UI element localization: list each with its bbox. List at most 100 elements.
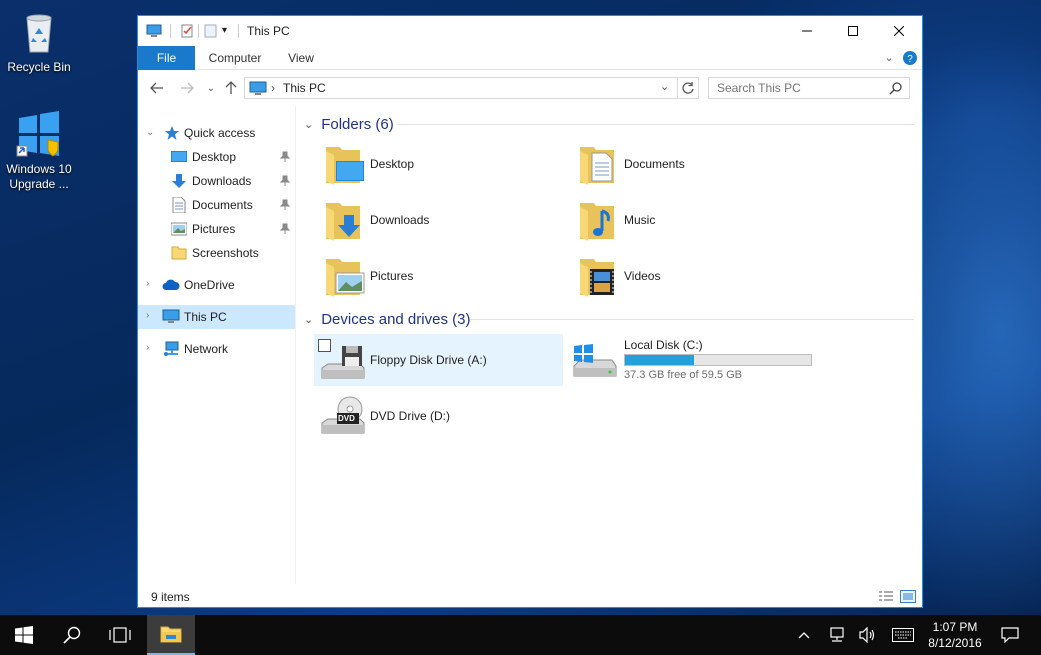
taskbar-file-explorer[interactable] (147, 615, 195, 655)
folder-icon (171, 245, 187, 261)
chevron-right-icon[interactable]: › (146, 310, 149, 321)
sidebar-item-label: Network (184, 342, 229, 356)
network-tray-button[interactable] (824, 615, 850, 655)
drive-label: Local Disk (C:) (624, 338, 703, 352)
close-button[interactable] (876, 16, 922, 46)
sidebar-item-quick-access[interactable]: ⌄ Quick access (138, 121, 295, 145)
sidebar-item-documents[interactable]: Documents (138, 193, 295, 217)
touch-keyboard-button[interactable] (888, 615, 918, 655)
pin-icon[interactable] (279, 223, 291, 235)
breadcrumb-this-pc[interactable]: This PC (283, 81, 326, 95)
folder-tile-videos[interactable]: Videos (574, 250, 814, 302)
minimize-button[interactable] (784, 16, 830, 46)
sidebar-item-pictures[interactable]: Pictures (138, 217, 295, 241)
floppy-drive-icon (320, 340, 366, 385)
sidebar-item-network[interactable]: › Network (138, 337, 295, 361)
pin-icon[interactable] (279, 175, 291, 187)
folders-group-header[interactable]: ⌄ Folders (6) (304, 114, 394, 134)
chevron-down-icon[interactable]: ⌄ (146, 127, 154, 138)
address-bar[interactable]: › This PC ⌄ (244, 77, 699, 99)
chevron-right-icon[interactable]: › (146, 278, 149, 289)
downloads-folder-icon (324, 199, 364, 241)
chevron-right-icon[interactable]: › (146, 342, 149, 353)
sidebar-item-downloads[interactable]: Downloads (138, 169, 295, 193)
sidebar-item-label: Quick access (184, 126, 256, 140)
chevron-down-icon[interactable]: ⌄ (304, 118, 313, 131)
help-button[interactable]: ? (902, 46, 918, 70)
expand-ribbon-button[interactable]: ⌄ (880, 46, 898, 70)
folder-tile-music[interactable]: Music (574, 194, 814, 246)
computer-icon[interactable] (146, 24, 162, 38)
computer-icon (249, 81, 267, 98)
sidebar-item-screenshots[interactable]: Screenshots (138, 241, 295, 265)
drive-tile-dvd-d[interactable]: DVD DVD Drive (D:) (314, 390, 563, 442)
folder-tile-downloads[interactable]: Downloads (320, 194, 560, 246)
folder-label: Music (624, 213, 656, 227)
cloud-icon (162, 277, 180, 293)
action-center-button[interactable] (995, 615, 1025, 655)
breadcrumb-chevron-icon[interactable]: › (271, 81, 275, 95)
new-folder-icon[interactable] (204, 24, 218, 38)
drives-group-header[interactable]: ⌄ Devices and drives (3) (304, 309, 470, 329)
search-icon[interactable] (889, 81, 903, 98)
folder-label: Pictures (370, 269, 414, 283)
volume-tray-button[interactable] (854, 615, 880, 655)
tab-file[interactable]: File (138, 46, 195, 70)
star-icon (164, 125, 180, 141)
search-button[interactable] (48, 615, 96, 655)
folder-tile-documents[interactable]: Documents (574, 138, 814, 190)
search-box[interactable] (708, 77, 910, 99)
drive-tile-local-disk-c[interactable]: Local Disk (C:) 37.3 GB free of 59.5 GB (568, 334, 817, 386)
chevron-up-icon (798, 632, 810, 639)
notification-icon (1001, 627, 1019, 643)
task-view-button[interactable] (96, 615, 144, 655)
dvd-badge: DVD (338, 414, 355, 423)
customize-toolbar-icon[interactable]: ▾ (222, 24, 236, 38)
volume-icon (859, 627, 875, 643)
window-title: This PC (247, 24, 290, 38)
chevron-down-icon[interactable]: ⌄ (304, 313, 313, 326)
recent-locations-button[interactable]: ⌄ (202, 79, 220, 97)
recycle-bin-shortcut[interactable]: Recycle Bin (0, 8, 78, 75)
maximize-button[interactable] (830, 16, 876, 46)
tab-computer[interactable]: Computer (200, 46, 270, 70)
content-pane: ⌄ Folders (6) Desktop Documents Download… (298, 106, 918, 584)
music-folder-icon (578, 199, 618, 241)
folder-tile-pictures[interactable]: Pictures (320, 250, 560, 302)
pin-icon[interactable] (279, 199, 291, 211)
title-bar[interactable]: ▾ This PC (138, 16, 922, 46)
address-dropdown-icon[interactable]: ⌄ (660, 80, 669, 93)
pictures-folder-icon (324, 255, 365, 297)
keyboard-icon (892, 628, 914, 642)
large-icons-view-icon[interactable] (900, 590, 916, 603)
properties-icon[interactable] (180, 24, 194, 38)
windows-logo-icon (15, 110, 63, 158)
show-hidden-icons-button[interactable] (792, 615, 816, 655)
sidebar-item-onedrive[interactable]: › OneDrive (138, 273, 295, 297)
sidebar-item-label: OneDrive (184, 278, 235, 292)
disk-usage-fill (625, 355, 695, 365)
details-view-icon[interactable] (878, 590, 894, 603)
drive-tile-floppy[interactable]: Floppy Disk Drive (A:) (314, 334, 563, 386)
pin-icon[interactable] (279, 151, 291, 163)
system-clock[interactable]: 1:07 PM 8/12/2016 (920, 619, 990, 651)
folder-tile-desktop[interactable]: Desktop (320, 138, 560, 190)
sidebar-item-label: Screenshots (192, 246, 259, 260)
back-button[interactable] (148, 79, 166, 97)
file-explorer-icon (160, 626, 182, 643)
sidebar-item-desktop[interactable]: Desktop (138, 145, 295, 169)
drive-label: DVD Drive (D:) (370, 409, 450, 423)
group-divider (470, 319, 914, 320)
documents-folder-icon (578, 143, 618, 185)
explorer-window: ▾ This PC File Computer View ⌄ ? ⌄ › Thi… (137, 15, 923, 608)
start-button[interactable] (0, 615, 48, 655)
task-view-icon (109, 627, 131, 643)
tab-view[interactable]: View (276, 46, 326, 70)
forward-button[interactable] (178, 79, 196, 97)
up-button[interactable] (222, 79, 240, 97)
windows-upgrade-shortcut[interactable]: Windows 10 Upgrade ... (0, 110, 78, 192)
search-input[interactable] (717, 81, 882, 95)
sidebar-item-label: Downloads (192, 174, 252, 188)
sidebar-item-this-pc[interactable]: › This PC (138, 305, 295, 329)
refresh-icon[interactable] (681, 81, 695, 98)
